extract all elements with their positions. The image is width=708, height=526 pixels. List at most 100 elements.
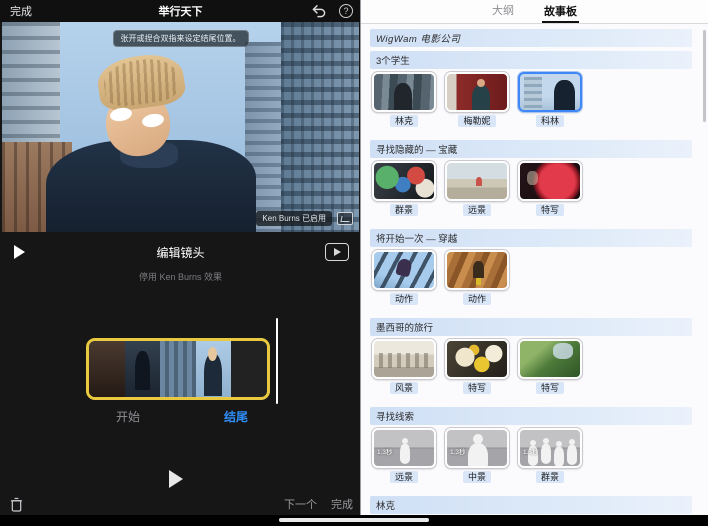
shot-thumbnail[interactable] [445, 161, 509, 201]
bottom-toolbar: 下一个 完成 [0, 494, 361, 514]
section-title[interactable]: WigWam 电影公司 [370, 29, 692, 47]
home-strip [0, 515, 708, 526]
shot-placeholder-thumbnail[interactable]: 1.3秒 [518, 428, 582, 468]
start-option[interactable]: 开始 [88, 408, 168, 425]
building-backdrop-right [281, 22, 359, 232]
shot-thumbnail[interactable] [445, 250, 509, 290]
shot-label: 风景 [389, 382, 418, 394]
tab-bar: 大纲 故事板 [361, 0, 708, 24]
edit-shot-title: 编辑镜头 [156, 245, 205, 260]
shot-label: 科林 [535, 115, 564, 127]
shot-row: 群景 远景 特写 [372, 161, 708, 216]
shot-row: 风景 特写 特写 [372, 339, 708, 394]
section-title[interactable]: 林克 [370, 496, 692, 514]
shot-row: 林克 梅勒妮 科林 [372, 72, 708, 127]
timeline-clip[interactable] [86, 338, 270, 400]
finish-button[interactable]: 完成 [331, 496, 353, 512]
filmstrip-frame [231, 341, 267, 397]
shot-label: 特写 [535, 204, 564, 216]
shot-cell: 特写 [518, 161, 582, 216]
subject-beanie [94, 50, 188, 114]
shot-cell: 动作 [372, 250, 436, 305]
section-title[interactable]: 寻找线索 [370, 407, 692, 425]
duration-badge: 1.3秒 [450, 449, 466, 456]
shot-thumbnail[interactable] [518, 161, 582, 201]
gesture-hint: 张开或捏合双指来设定结尾位置。 [112, 30, 249, 47]
shot-cell: 林克 [372, 72, 436, 127]
trash-icon[interactable] [10, 497, 23, 512]
filmstrip-frame [89, 341, 125, 397]
shot-cell: 1.3秒群景 [518, 428, 582, 483]
tab-storyboard[interactable]: 故事板 [542, 0, 579, 23]
help-icon[interactable]: ? [339, 4, 353, 18]
skip-to-end-button[interactable] [325, 243, 349, 261]
shot-cell: 风景 [372, 339, 436, 394]
storyboard-section: 林克1.3秒特写 [370, 496, 708, 515]
duration-badge: 1.3秒 [377, 449, 393, 456]
shot-cell: 动作 [445, 250, 509, 305]
section-title[interactable]: 寻找隐藏的 — 宝藏 [370, 140, 692, 158]
tab-outline[interactable]: 大纲 [490, 0, 516, 23]
kenburns-icon[interactable] [337, 212, 353, 225]
shot-label: 中景 [462, 471, 491, 483]
controls-row: 编辑镜头 [0, 236, 361, 268]
shot-cell: 科林 [518, 72, 582, 127]
shot-thumbnail[interactable] [445, 339, 509, 379]
shot-row: 1.3秒 远景 1.3秒 中景 1.3秒 群景 [372, 428, 708, 483]
shot-label: 动作 [462, 293, 491, 305]
storyboard-list[interactable]: WigWam 电影公司 3个学生 林克 梅勒妮 科林 寻找隐藏的 — 宝藏 群景 远景 特写 将开… [361, 25, 708, 515]
playhead[interactable] [276, 318, 278, 404]
shot-placeholder-thumbnail[interactable]: 1.3秒 [445, 428, 509, 468]
shot-placeholder-thumbnail[interactable]: 1.3秒 [372, 428, 436, 468]
silhouette-icon [400, 444, 410, 464]
home-indicator[interactable] [279, 518, 429, 522]
shot-thumbnail[interactable] [518, 72, 582, 112]
shot-cell: 群景 [372, 161, 436, 216]
silhouette-icon [468, 443, 488, 466]
storyboard-panel: 大纲 故事板 WigWam 电影公司 3个学生林克 梅勒妮 科林寻找隐藏的 — 宝藏群… [361, 0, 708, 526]
shot-label: 群景 [535, 471, 564, 483]
timeline-play-icon[interactable] [169, 470, 183, 488]
shot-label: 林克 [389, 115, 418, 127]
shot-thumbnail[interactable] [372, 339, 436, 379]
shot-cell: 远景 [445, 161, 509, 216]
project-title: 举行天下 [158, 6, 203, 18]
duration-badge: 1.3秒 [523, 449, 539, 456]
next-button[interactable]: 下一个 [284, 496, 317, 512]
storyboard-section: WigWam 电影公司 [370, 29, 708, 47]
storyboard-section: 寻找隐藏的 — 宝藏群景 远景 特写 [370, 140, 708, 216]
kenburns-toggle[interactable]: 停用 Ken Burns 效果 [0, 270, 361, 283]
shot-label: 远景 [462, 204, 491, 216]
shot-label: 动作 [389, 293, 418, 305]
section-title[interactable]: 将开始一次 — 穿越 [370, 229, 692, 247]
shot-cell: 梅勒妮 [445, 72, 509, 127]
shot-thumbnail[interactable] [372, 250, 436, 290]
storyboard-section: 3个学生林克 梅勒妮 科林 [370, 51, 708, 127]
shot-label: 梅勒妮 [458, 115, 496, 127]
shot-cell: 特写 [518, 339, 582, 394]
shot-label: 特写 [462, 382, 491, 394]
end-option[interactable]: 结尾 [196, 408, 276, 425]
section-title[interactable]: 3个学生 [370, 51, 692, 69]
shot-thumbnail[interactable] [445, 72, 509, 112]
filmstrip-frame [195, 341, 232, 397]
shot-thumbnail[interactable] [372, 72, 436, 112]
shot-label: 特写 [535, 382, 564, 394]
shot-label: 群景 [389, 204, 418, 216]
filmstrip-frame [160, 341, 196, 397]
shot-thumbnail[interactable] [518, 339, 582, 379]
video-preview[interactable]: 张开或捏合双指来设定结尾位置。 Ken Burns 已启用 [2, 22, 359, 232]
shot-cell: 1.3秒远景 [372, 428, 436, 483]
scrollbar[interactable] [703, 30, 706, 122]
section-title[interactable]: 墨西哥的旅行 [370, 318, 692, 336]
storyboard-section: 将开始一次 — 穿越动作 动作 [370, 229, 708, 305]
top-bar: 完成 举行天下 ? [0, 0, 361, 22]
storyboard-section: 墨西哥的旅行风景 特写 特写 [370, 318, 708, 394]
filmstrip-frame [124, 341, 161, 397]
shot-row: 动作 动作 [372, 250, 708, 305]
storyboard-section: 寻找线索 1.3秒 远景 1.3秒 中景 1.3秒 群景 [370, 407, 708, 483]
undo-icon[interactable] [311, 3, 327, 19]
shot-label: 远景 [389, 471, 418, 483]
kenburns-status-badge: Ken Burns 已启用 [256, 211, 332, 226]
shot-thumbnail[interactable] [372, 161, 436, 201]
